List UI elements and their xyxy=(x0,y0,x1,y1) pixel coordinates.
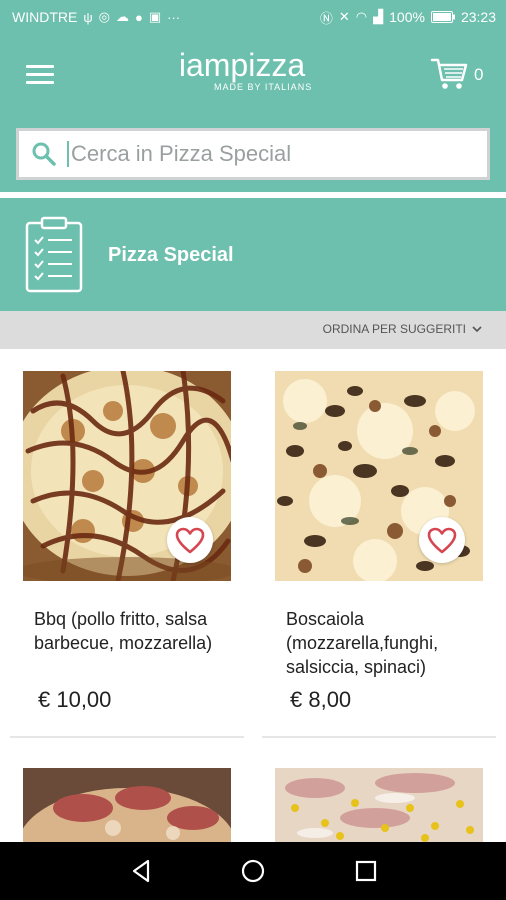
more-notifications-icon: ··· xyxy=(167,9,181,25)
clipboard-list-icon xyxy=(25,216,83,293)
status-right: Ⓝ ✕ ◠ ▟ 100% 23:23 xyxy=(320,8,496,27)
system-nav-bar xyxy=(0,842,506,900)
heart-icon xyxy=(427,527,457,553)
clock: 23:23 xyxy=(460,9,496,25)
app-bar: iampizza MADE BY ITALIANS 0 xyxy=(0,34,506,116)
cart-icon[interactable] xyxy=(430,56,470,92)
heart-icon xyxy=(175,527,205,553)
battery-icon xyxy=(430,11,455,23)
category-banner: Pizza Special xyxy=(0,198,506,311)
product-card[interactable]: Boscaiola (mozzarella,funghi, salsiccia,… xyxy=(262,349,496,749)
chevron-down-icon xyxy=(472,325,482,332)
recents-icon[interactable] xyxy=(351,856,381,886)
menu-icon[interactable] xyxy=(26,65,54,85)
tv-icon: ▣ xyxy=(148,9,162,24)
facebook-icon: ● xyxy=(134,9,143,25)
wifi-icon: ◠ xyxy=(355,9,368,24)
product-name[interactable]: Bbq (pollo fritto, salsa barbecue, mozza… xyxy=(34,607,234,655)
mute-icon: ✕ xyxy=(338,9,350,24)
card-divider xyxy=(10,736,244,738)
product-image[interactable] xyxy=(23,768,231,842)
search-area xyxy=(0,116,506,192)
product-card[interactable]: Bbq (pollo fritto, salsa barbecue, mozza… xyxy=(10,349,244,749)
logo-tagline: MADE BY ITALIANS xyxy=(214,82,313,92)
sort-dropdown[interactable]: ORDINA PER SUGGERITI xyxy=(323,322,482,336)
carrier-label: WINDTRE xyxy=(12,9,78,25)
product-price: € 8,00 xyxy=(290,687,352,712)
home-icon[interactable] xyxy=(238,856,268,886)
sort-label: ORDINA PER SUGGERITI xyxy=(322,322,466,336)
status-bar: WINDTRE ψ ◎ ☁ ● ▣ ··· Ⓝ ✕ ◠ ▟ 100% 23:23 xyxy=(0,0,506,34)
status-left: WINDTRE ψ ◎ ☁ ● ▣ ··· xyxy=(12,9,180,25)
sort-bar: ORDINA PER SUGGERITI xyxy=(0,311,506,349)
app-logo: iampizza MADE BY ITALIANS xyxy=(168,48,316,92)
usb-icon: ψ xyxy=(83,9,93,25)
search-icon xyxy=(32,142,56,166)
battery-percent: 100% xyxy=(389,9,425,25)
category-title: Pizza Special xyxy=(108,244,234,266)
search-box[interactable] xyxy=(16,128,490,180)
product-name[interactable]: Boscaiola (mozzarella,funghi, salsiccia,… xyxy=(286,607,486,679)
product-grid: Bbq (pollo fritto, salsa barbecue, mozza… xyxy=(0,349,506,842)
logo-text: iampizza xyxy=(178,47,306,83)
product-price: € 10,00 xyxy=(38,687,112,712)
cart-count: 0 xyxy=(474,65,484,84)
search-input[interactable] xyxy=(67,141,467,167)
signal-icon: ▟ xyxy=(373,9,384,24)
favorite-button[interactable] xyxy=(419,517,465,563)
back-icon[interactable] xyxy=(126,856,156,886)
nfc-icon: Ⓝ xyxy=(319,10,333,26)
product-image[interactable] xyxy=(275,768,483,842)
cloud-icon: ☁ xyxy=(115,9,129,24)
favorite-button[interactable] xyxy=(167,517,213,563)
instagram-icon: ◎ xyxy=(98,9,110,24)
card-divider xyxy=(262,736,496,738)
